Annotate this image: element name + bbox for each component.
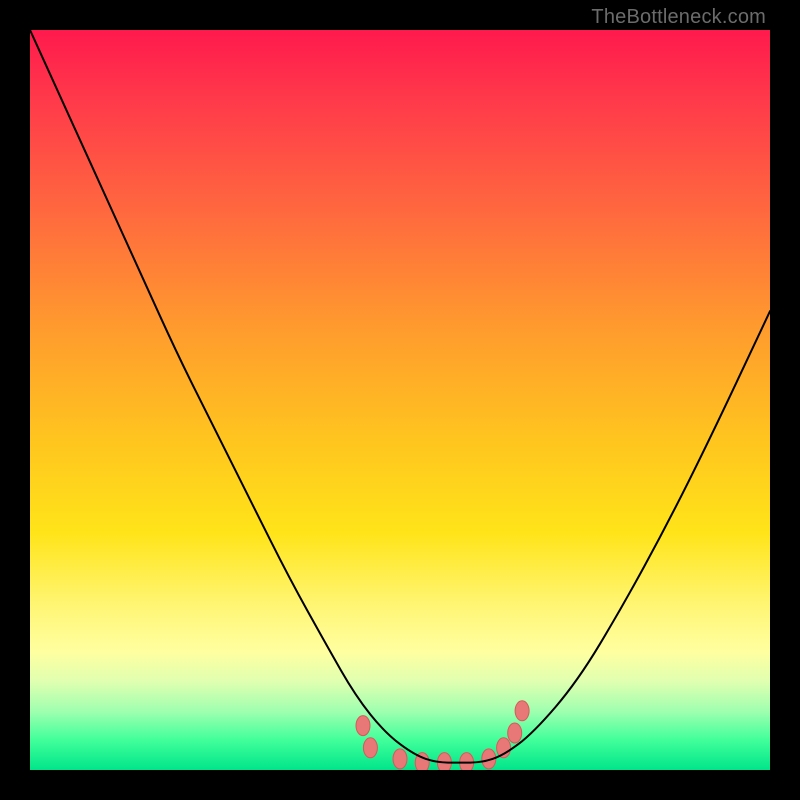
trough-marker — [356, 716, 370, 736]
bottleneck-curve — [30, 30, 770, 763]
trough-marker — [515, 701, 529, 721]
chart-frame: TheBottleneck.com — [0, 0, 800, 800]
watermark-text: TheBottleneck.com — [591, 6, 766, 29]
trough-markers-group — [356, 701, 529, 770]
trough-marker — [393, 749, 407, 769]
trough-marker — [460, 753, 474, 770]
chart-overlay — [30, 30, 770, 770]
trough-marker — [508, 723, 522, 743]
trough-marker — [363, 738, 377, 758]
